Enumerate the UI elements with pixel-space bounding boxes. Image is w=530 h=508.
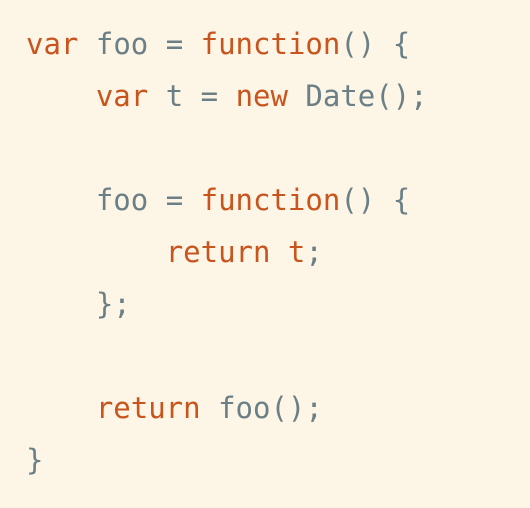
code-token: = — [148, 183, 201, 217]
code-token: = — [148, 27, 201, 61]
code-token: (); — [375, 79, 428, 113]
code-line-4: foo = function() { — [26, 174, 410, 226]
code-line-6: }; — [26, 278, 131, 330]
code-token: var — [95, 79, 149, 113]
code-token: ; — [305, 235, 323, 269]
code-token: var — [26, 27, 79, 61]
code-line-9: } — [26, 434, 43, 486]
code-line-8: return foo(); — [26, 382, 323, 434]
code-token: return — [95, 391, 201, 425]
code-editor: var foo = function() { var t = new Date(… — [0, 0, 530, 508]
code-token: function — [200, 183, 341, 217]
code-token: t — [165, 79, 184, 113]
code-token: () { — [340, 27, 411, 61]
code-token: return — [165, 235, 271, 269]
code-token: }; — [95, 287, 131, 321]
code-line-2: var t = new Date(); — [26, 70, 428, 122]
code-token: new — [235, 79, 288, 113]
code-line-1: var foo = function() { — [26, 18, 410, 70]
code-token: t — [287, 235, 306, 269]
code-token: foo — [218, 391, 271, 425]
code-token: function — [200, 27, 341, 61]
code-token: (); — [270, 391, 323, 425]
code-token: Date — [305, 79, 376, 113]
code-token: = — [183, 79, 236, 113]
code-token: foo — [95, 183, 149, 217]
code-line-5: return t; — [26, 226, 323, 278]
code-token: foo — [95, 27, 149, 61]
code-token: () { — [340, 183, 411, 217]
code-token: } — [26, 443, 44, 477]
